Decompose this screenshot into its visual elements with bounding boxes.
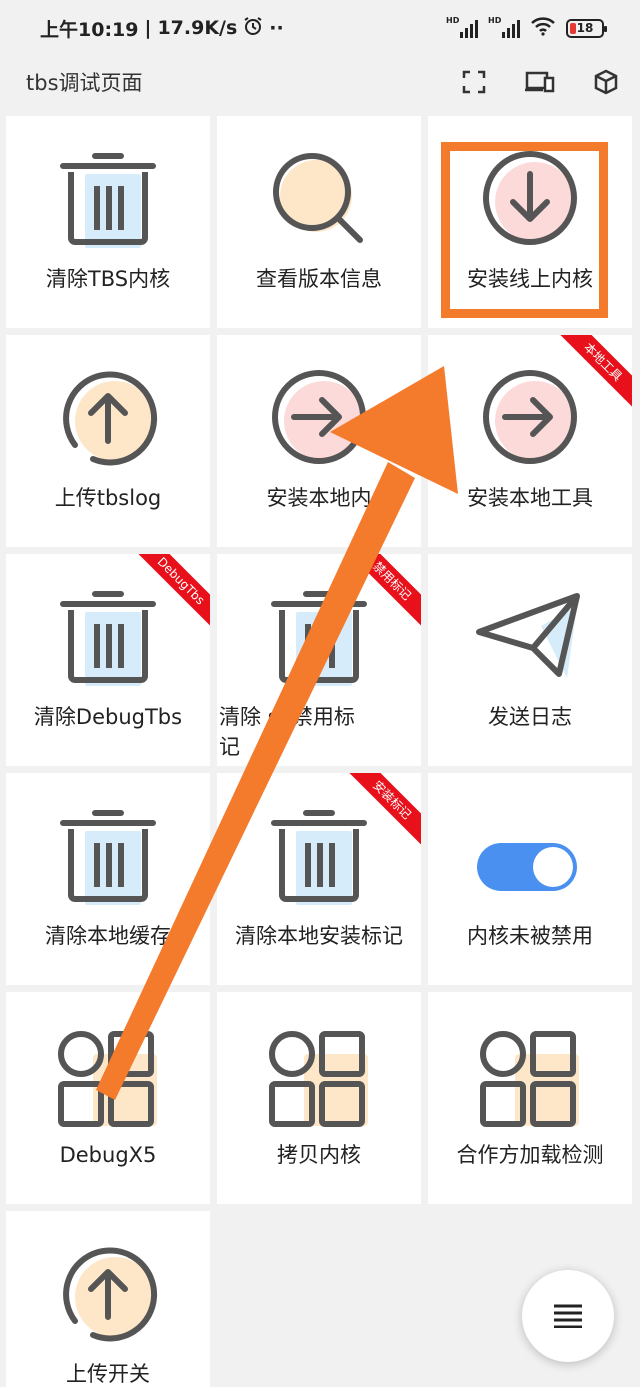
tile-label: 拷贝内核 — [277, 1143, 361, 1167]
upload-circle-icon — [63, 1247, 158, 1342]
trash-icon — [60, 153, 156, 248]
upload-circle-icon — [63, 371, 158, 466]
status-bar: 上午10:19 | 17.9K/s ·· HD HD 18 — [0, 0, 640, 56]
arrow-right-circle-icon — [272, 370, 366, 464]
battery-level: 18 — [576, 21, 594, 35]
clear-debugtbs-tile[interactable]: 清除DebugTbs DebugTbs — [6, 554, 210, 766]
hamburger-menu-icon — [554, 1304, 582, 1328]
cube-button[interactable] — [590, 66, 622, 98]
tile-label: 清除TBS内核 — [45, 267, 171, 291]
app-header: tbs调试页面 — [0, 56, 640, 108]
view-version-info-tile[interactable]: 查看版本信息 — [217, 116, 421, 328]
tile-label: 安装本地内 — [266, 486, 372, 510]
status-network-speed: 17.9K/s — [157, 17, 238, 39]
send-log-tile[interactable]: 发送日志 — [428, 554, 632, 766]
status-time: 上午10:19 — [40, 18, 139, 41]
status-right: HD HD 18 — [446, 16, 607, 40]
status-left: 上午10:19 | 17.9K/s ·· — [40, 15, 284, 42]
tile-label: 内核未被禁用 — [467, 924, 593, 948]
signal-2-icon: HD — [488, 16, 520, 38]
tile-label: 上传开关 — [66, 1362, 150, 1386]
kernel-not-disabled-tile[interactable]: 内核未被禁用 — [428, 773, 632, 985]
cube-icon — [594, 69, 618, 95]
alarm-icon — [243, 16, 263, 41]
header-actions — [458, 66, 622, 98]
tile-label: 清除 sh禁用标 记 — [219, 702, 417, 762]
upload-tbslog-tile[interactable]: 上传tbslog — [6, 335, 210, 547]
tile-label-line-2: 记 — [219, 735, 240, 759]
devices-icon — [525, 71, 555, 93]
install-local-kernel-tile[interactable]: 安装本地内 — [217, 335, 421, 547]
fullscreen-icon — [462, 70, 486, 94]
partner-load-check-tile[interactable]: 合作方加载检测 — [428, 992, 632, 1204]
battery-icon: 18 — [566, 18, 607, 38]
trash-icon — [271, 810, 367, 905]
clear-crash-disable-flag-tile[interactable]: 清除 sh禁用标 记 禁用标记 — [217, 554, 421, 766]
upload-switch-tile[interactable]: 上传开关 — [6, 1211, 210, 1387]
copy-kernel-tile[interactable]: 拷贝内核 — [217, 992, 421, 1204]
tile-label: 发送日志 — [488, 705, 572, 729]
menu-fab-button[interactable] — [522, 1270, 614, 1362]
highlight-box — [441, 142, 608, 318]
tile-label: 清除本地安装标记 — [235, 924, 403, 948]
tile-label: 合作方加载检测 — [456, 1143, 604, 1167]
tile-label: 清除DebugTbs — [33, 705, 183, 729]
tile-label: 清除本地缓存 — [45, 924, 171, 948]
paper-plane-icon — [476, 593, 580, 678]
trash-icon — [60, 591, 156, 686]
trash-icon — [60, 810, 156, 905]
grid-apps-icon — [480, 1031, 579, 1127]
wifi-icon — [530, 16, 556, 40]
install-local-tool-tile[interactable]: 安装本地工具 本地工具 — [428, 335, 632, 547]
clear-local-cache-tile[interactable]: 清除本地缓存 — [6, 773, 210, 985]
debugx5-tile[interactable]: DebugX5 — [6, 992, 210, 1204]
tile-label-line-1: 清除 sh禁用标 — [219, 705, 355, 729]
signal-1-icon: HD — [446, 16, 478, 38]
fullscreen-button[interactable] — [458, 66, 490, 98]
search-icon — [273, 153, 363, 243]
grid-apps-icon — [58, 1031, 157, 1127]
page-title: tbs调试页面 — [26, 71, 143, 95]
arrow-right-circle-icon — [483, 370, 577, 464]
grid-apps-icon — [269, 1031, 368, 1127]
clear-local-install-flag-tile[interactable]: 清除本地安装标记 安装标记 — [217, 773, 421, 985]
tile-label: 安装本地工具 — [467, 486, 593, 510]
devices-button[interactable] — [524, 66, 556, 98]
toggle-switch-icon[interactable] — [475, 805, 585, 915]
trash-icon — [271, 591, 367, 686]
status-more-icon: ·· — [269, 17, 284, 39]
clear-tbs-kernel-tile[interactable]: 清除TBS内核 — [6, 116, 210, 328]
status-separator: | — [144, 17, 152, 39]
tile-label: 查看版本信息 — [256, 267, 382, 291]
tile-label: 上传tbslog — [54, 486, 162, 510]
tile-label: DebugX5 — [59, 1143, 157, 1167]
